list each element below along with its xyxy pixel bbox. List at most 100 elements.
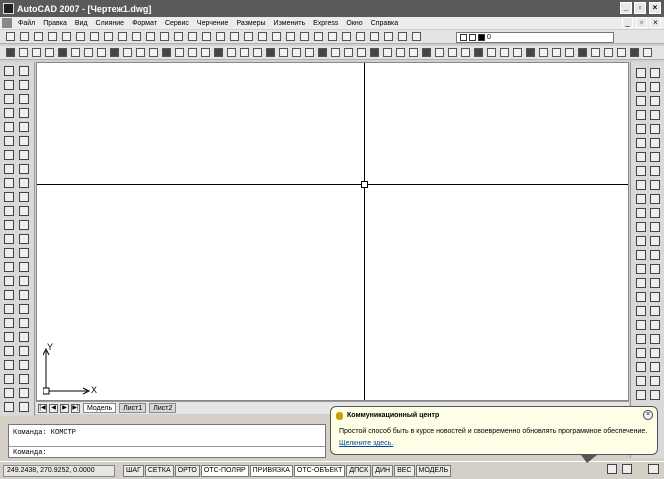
tool-icon[interactable]	[636, 152, 646, 162]
tool-icon[interactable]	[650, 376, 660, 386]
toolbar-button-icon[interactable]	[48, 32, 57, 41]
tool-icon[interactable]	[4, 374, 14, 384]
toolbar-button-icon[interactable]	[286, 32, 295, 41]
next-tab-button[interactable]: ▶	[60, 403, 69, 413]
toolbar-button-icon[interactable]	[188, 32, 197, 41]
menu-help[interactable]: Справка	[367, 20, 402, 27]
toolbar-button-icon[interactable]	[136, 48, 145, 57]
tool-icon[interactable]	[636, 110, 646, 120]
toolbar-button-icon[interactable]	[258, 32, 267, 41]
toolbar-button-icon[interactable]	[174, 32, 183, 41]
tool-icon[interactable]	[650, 320, 660, 330]
toolbar-button-icon[interactable]	[314, 32, 323, 41]
restore-button[interactable]: ▫	[634, 2, 646, 14]
ortho-toggle[interactable]: ОРТО	[174, 464, 200, 477]
coordinates-display[interactable]: 249.2438, 270.9252, 0.0000	[3, 464, 115, 477]
tool-icon[interactable]	[4, 220, 14, 230]
lineweight-toggle[interactable]: ВЕС	[394, 464, 415, 477]
tool-icon[interactable]	[19, 304, 29, 314]
toolbar-button-icon[interactable]	[214, 48, 223, 57]
toolbar-button-icon[interactable]	[396, 48, 405, 57]
tool-icon[interactable]	[4, 290, 14, 300]
tool-icon[interactable]	[636, 306, 646, 316]
close-button[interactable]: ×	[649, 2, 661, 14]
toolbar-button-icon[interactable]	[123, 48, 132, 57]
tool-icon[interactable]	[4, 248, 14, 258]
tool-icon[interactable]	[636, 208, 646, 218]
tool-icon[interactable]	[636, 68, 646, 78]
toolbar-button-icon[interactable]	[500, 48, 509, 57]
toolbar-button-icon[interactable]	[62, 32, 71, 41]
toolbar-button-icon[interactable]	[240, 48, 249, 57]
model-toggle[interactable]: МОДЕЛЬ	[415, 464, 452, 477]
toolbar-button-icon[interactable]	[132, 32, 141, 41]
tool-icon[interactable]	[4, 150, 14, 160]
toolbar-button-icon[interactable]	[412, 32, 421, 41]
toolbar-button-icon[interactable]	[266, 48, 275, 57]
tool-icon[interactable]	[636, 166, 646, 176]
toolbar-button-icon[interactable]	[448, 48, 457, 57]
toolbar-button-icon[interactable]	[71, 48, 80, 57]
toolbar-button-icon[interactable]	[342, 32, 351, 41]
tool-icon[interactable]	[19, 206, 29, 216]
toolbar-button-icon[interactable]	[398, 32, 407, 41]
first-tab-button[interactable]: |◀	[38, 403, 47, 413]
menu-format[interactable]: Формат	[128, 20, 161, 27]
toolbar-button-icon[interactable]	[370, 48, 379, 57]
tool-icon[interactable]	[650, 222, 660, 232]
tool-icon[interactable]	[19, 248, 29, 258]
tool-icon[interactable]	[4, 318, 14, 328]
toolbar-button-icon[interactable]	[591, 48, 600, 57]
prev-tab-button[interactable]: ◀	[49, 403, 58, 413]
menu-draw[interactable]: Черчение	[193, 20, 233, 27]
tool-icon[interactable]	[650, 96, 660, 106]
tab-sheet1[interactable]: Лист1	[119, 403, 147, 413]
tool-icon[interactable]	[4, 360, 14, 370]
toolbar-button-icon[interactable]	[227, 48, 236, 57]
tool-icon[interactable]	[19, 94, 29, 104]
command-prompt[interactable]: Команда:	[13, 449, 47, 457]
polar-toggle[interactable]: ОТС-ПОЛЯР	[200, 464, 249, 477]
ducs-toggle[interactable]: ДПСК	[346, 464, 372, 477]
tool-icon[interactable]	[4, 304, 14, 314]
tool-icon[interactable]	[19, 402, 29, 412]
tool-icon[interactable]	[4, 178, 14, 188]
tool-icon[interactable]	[650, 292, 660, 302]
tool-icon[interactable]	[19, 332, 29, 342]
tool-icon[interactable]	[650, 152, 660, 162]
toolbar-button-icon[interactable]	[643, 48, 652, 57]
toolbar-button-icon[interactable]	[617, 48, 626, 57]
tool-icon[interactable]	[19, 80, 29, 90]
tool-icon[interactable]	[650, 124, 660, 134]
toolbar-button-icon[interactable]	[216, 32, 225, 41]
notification-link[interactable]: Щелкните здесь.	[339, 440, 393, 447]
toolbar-button-icon[interactable]	[357, 48, 366, 57]
menu-view[interactable]: Вид	[71, 20, 92, 27]
tool-icon[interactable]	[636, 124, 646, 134]
grid-toggle[interactable]: СЕТКА	[144, 464, 174, 477]
toolbar-button-icon[interactable]	[526, 48, 535, 57]
tool-icon[interactable]	[19, 234, 29, 244]
tool-icon[interactable]	[636, 138, 646, 148]
toolbar-button-icon[interactable]	[318, 48, 327, 57]
toolbar-button-icon[interactable]	[604, 48, 613, 57]
tool-icon[interactable]	[19, 290, 29, 300]
comm-center-icon[interactable]	[607, 464, 617, 474]
tool-icon[interactable]	[4, 402, 14, 412]
tool-icon[interactable]	[650, 166, 660, 176]
tool-icon[interactable]	[636, 82, 646, 92]
doc-minimize-button[interactable]: _	[622, 17, 633, 28]
toolbar-button-icon[interactable]	[383, 48, 392, 57]
tool-icon[interactable]	[4, 388, 14, 398]
tool-icon[interactable]	[650, 348, 660, 358]
otrack-toggle[interactable]: ОТС-ОБЪЕКТ	[293, 464, 346, 477]
toolbar-button-icon[interactable]	[34, 32, 43, 41]
drawing-area[interactable]: Y X	[36, 62, 629, 401]
tool-icon[interactable]	[650, 278, 660, 288]
tool-icon[interactable]	[19, 108, 29, 118]
toolbar-button-icon[interactable]	[146, 32, 155, 41]
tool-icon[interactable]	[650, 68, 660, 78]
toolbar-button-icon[interactable]	[539, 48, 548, 57]
menu-express[interactable]: Express	[309, 20, 342, 27]
tool-icon[interactable]	[636, 376, 646, 386]
